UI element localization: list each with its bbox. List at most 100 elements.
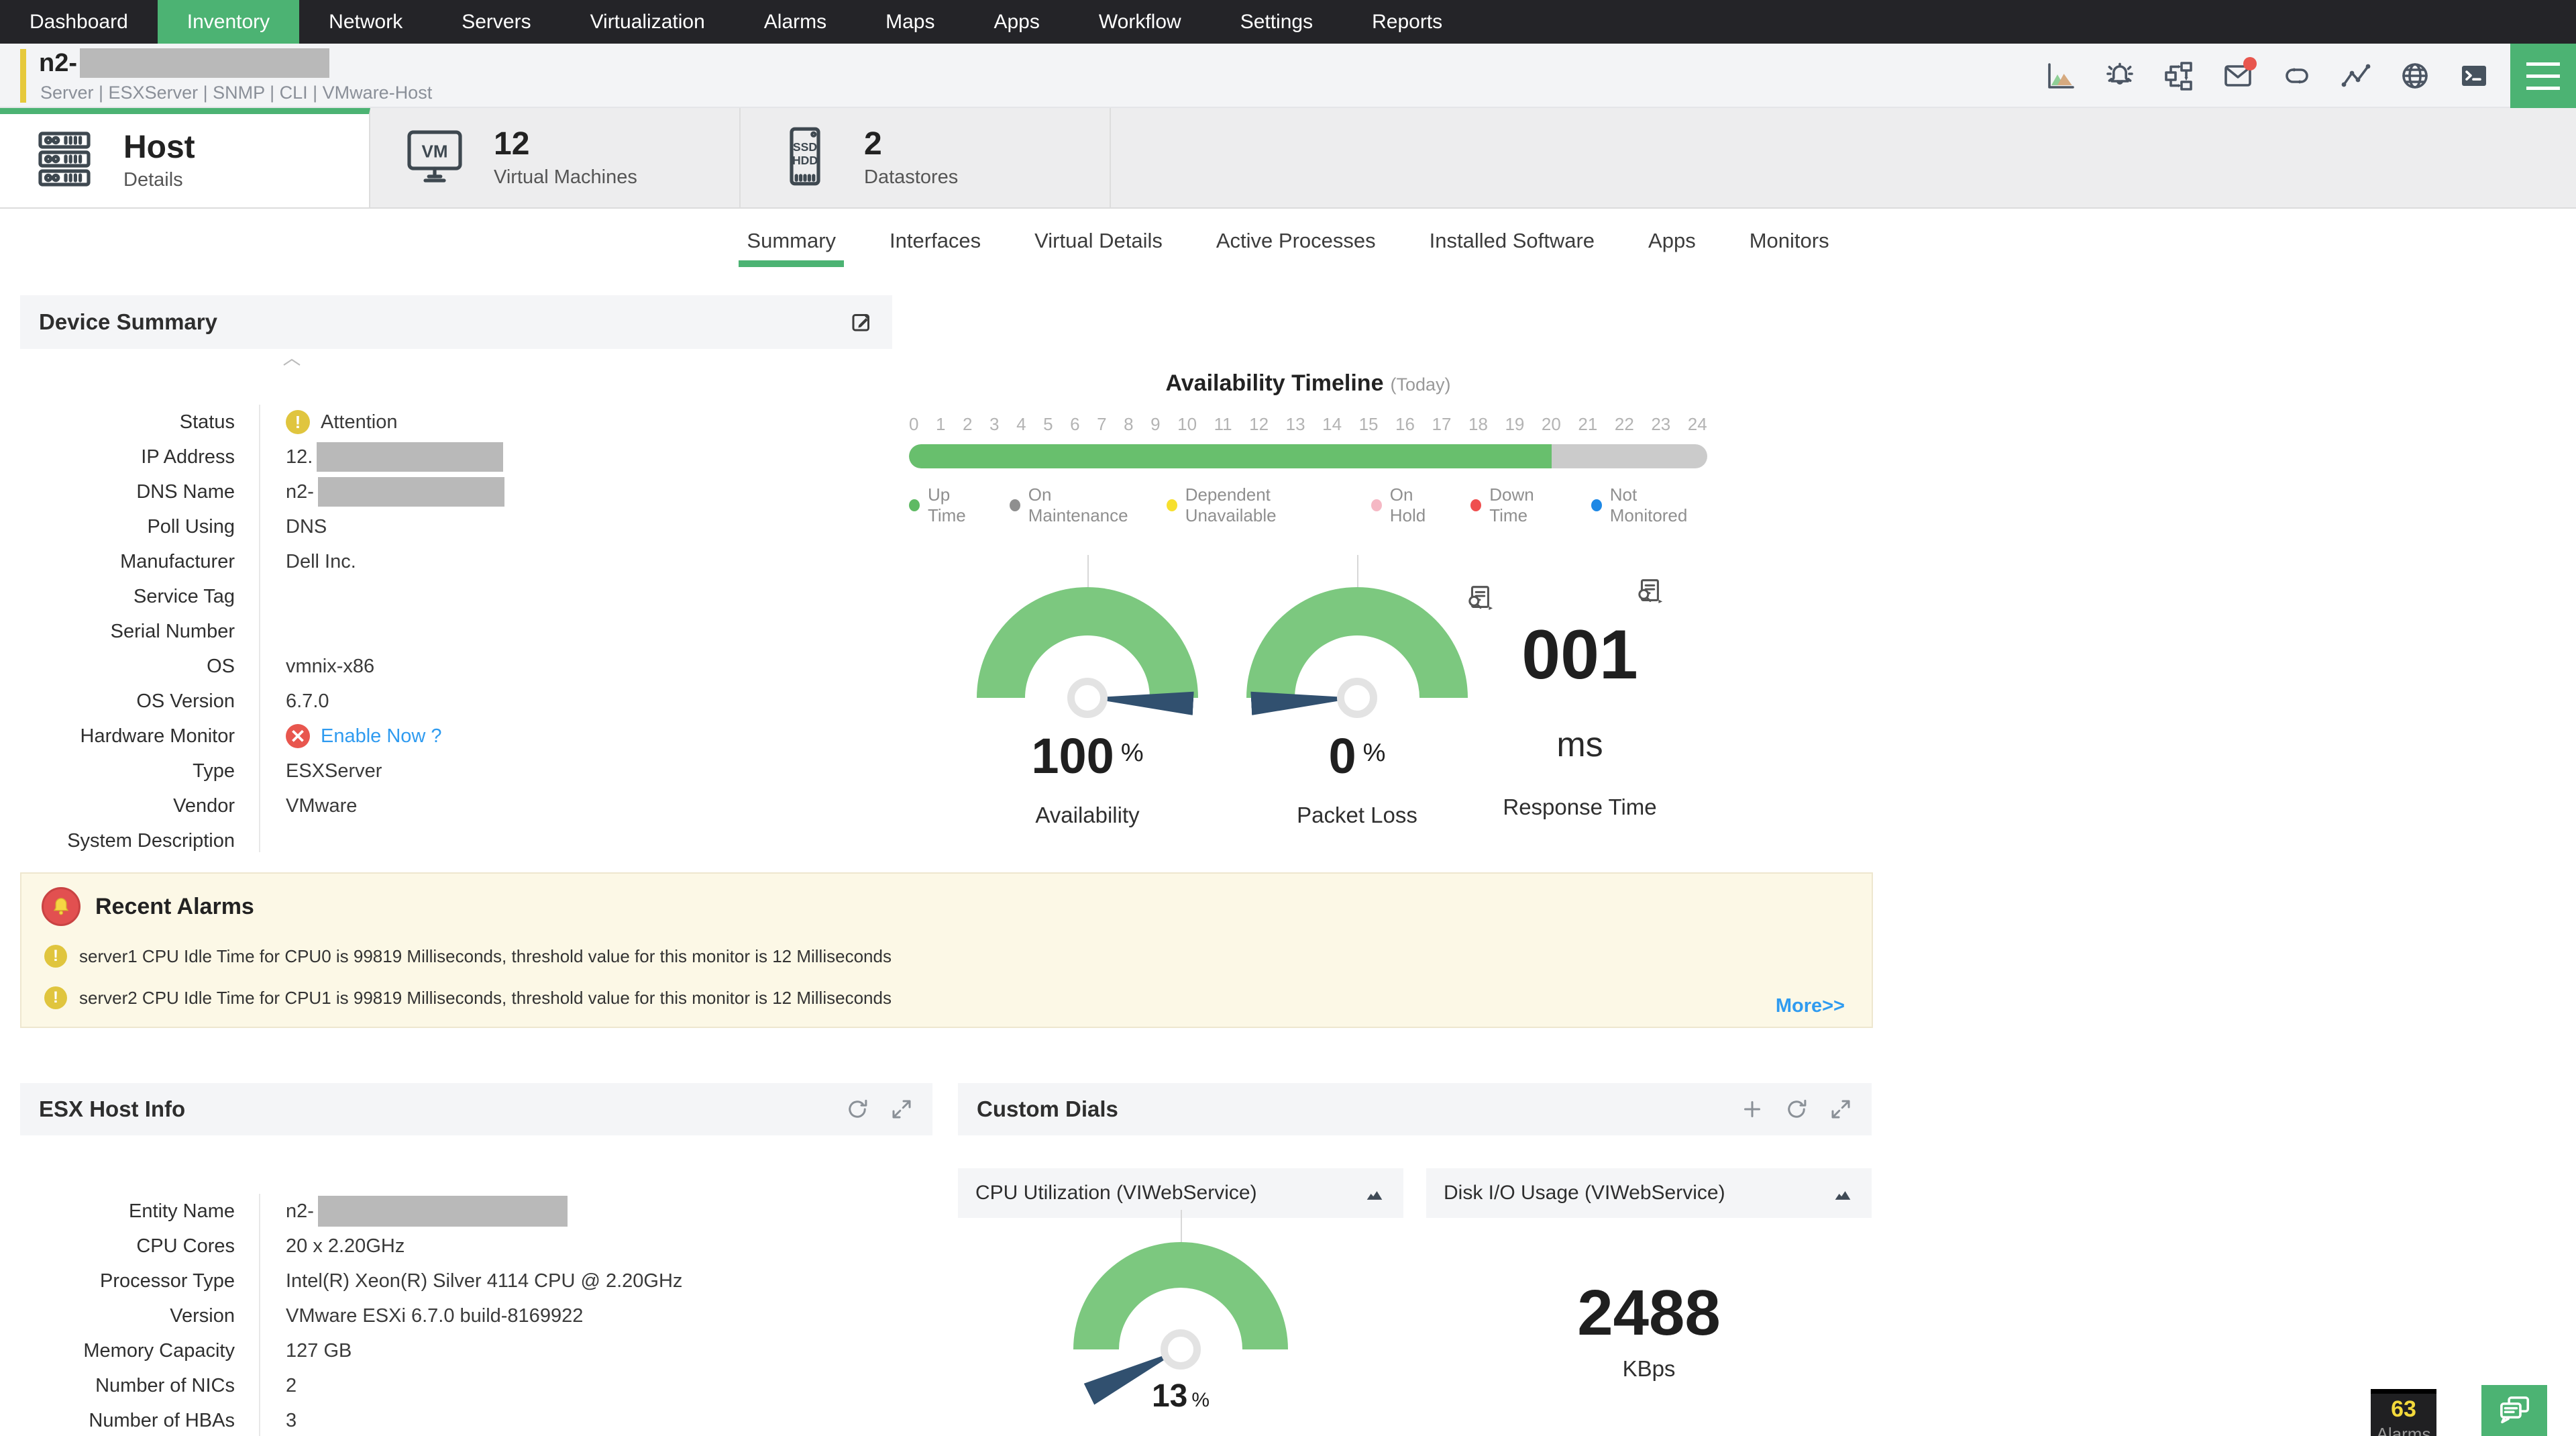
packet-loss-report-icon[interactable] bbox=[1464, 582, 1495, 613]
opmanager-host-page: Dashboard Inventory Network Servers Virt… bbox=[0, 0, 2576, 1436]
alarm-warning-icon: ! bbox=[44, 945, 67, 968]
field-system-description: System Description bbox=[20, 823, 892, 852]
field-dns-name: DNS Name n2- bbox=[20, 474, 892, 509]
refresh-icon[interactable] bbox=[1784, 1097, 1809, 1121]
field-memory-capacity: Memory Capacity 127 GB bbox=[20, 1333, 932, 1368]
response-time-value: 001 bbox=[1521, 616, 1638, 694]
nav-reports[interactable]: Reports bbox=[1342, 0, 1472, 44]
traceroute-icon[interactable] bbox=[2340, 60, 2372, 92]
rediscover-icon[interactable] bbox=[2281, 60, 2313, 92]
nav-virtualization[interactable]: Virtualization bbox=[561, 0, 735, 44]
chat-bubbles-icon bbox=[2500, 1396, 2530, 1424]
disabled-status-icon: ✕ bbox=[286, 724, 310, 748]
cpu-dial-title: CPU Utilization (VIWebService) bbox=[975, 1182, 1257, 1204]
nav-settings[interactable]: Settings bbox=[1211, 0, 1342, 44]
refresh-icon[interactable] bbox=[845, 1097, 869, 1121]
subtab-interfaces[interactable]: Interfaces bbox=[863, 215, 1008, 267]
legend-dependent-unavailable: Dependent Unavailable bbox=[1166, 484, 1347, 526]
expand-icon[interactable] bbox=[890, 1097, 914, 1121]
disk-io-dial-header: Disk I/O Usage (VIWebService) bbox=[1426, 1168, 1872, 1218]
host-action-icons bbox=[2045, 44, 2490, 108]
nav-inventory[interactable]: Inventory bbox=[157, 0, 300, 44]
field-manufacturer: Manufacturer Dell Inc. bbox=[20, 544, 892, 579]
severity-accent-bar bbox=[20, 49, 26, 103]
timeline-legend: Up Time On Maintenance Dependent Unavail… bbox=[909, 484, 1707, 526]
subtab-active-processes[interactable]: Active Processes bbox=[1189, 215, 1403, 267]
dns-redaction bbox=[317, 477, 504, 507]
nav-alarms[interactable]: Alarms bbox=[735, 0, 856, 44]
nav-network[interactable]: Network bbox=[299, 0, 432, 44]
subtab-virtual-details[interactable]: Virtual Details bbox=[1008, 215, 1189, 267]
chart-icon[interactable] bbox=[1363, 1182, 1386, 1204]
alarms-more-link[interactable]: More>> bbox=[1776, 995, 1845, 1017]
svg-text:SSD: SSD bbox=[793, 140, 817, 154]
legend-on-hold: On Hold bbox=[1371, 484, 1446, 526]
attention-status-icon: ! bbox=[286, 410, 310, 434]
workflow-icon[interactable] bbox=[2163, 60, 2195, 92]
nav-apps[interactable]: Apps bbox=[964, 0, 1069, 44]
host-categories: Server | ESXServer | SNMP | CLI | VMware… bbox=[40, 83, 433, 103]
response-time-unit: ms bbox=[1556, 725, 1603, 764]
custom-dials-title: Custom Dials bbox=[977, 1096, 1118, 1121]
nav-servers[interactable]: Servers bbox=[432, 0, 560, 44]
field-os: OS vmnix-x86 bbox=[20, 649, 892, 684]
subtab-summary[interactable]: Summary bbox=[720, 215, 863, 267]
field-status: Status ! Attention bbox=[20, 405, 892, 440]
web-icon[interactable] bbox=[2399, 60, 2431, 92]
recent-alarms-panel: Recent Alarms ! server1 CPU Idle Time fo… bbox=[20, 872, 1873, 1028]
vm-monitor-icon: VM bbox=[402, 124, 467, 192]
chart-icon[interactable] bbox=[1831, 1182, 1854, 1204]
recent-alarms-header: Recent Alarms bbox=[42, 887, 1851, 926]
subtab-apps[interactable]: Apps bbox=[1621, 215, 1723, 267]
recent-alarms-title: Recent Alarms bbox=[95, 893, 254, 919]
alarm-bell-icon[interactable] bbox=[2104, 60, 2136, 92]
disk-io-value: 2488 bbox=[1577, 1277, 1721, 1349]
timeline-bar[interactable] bbox=[909, 444, 1707, 468]
add-dial-icon[interactable] bbox=[1740, 1097, 1764, 1121]
esx-host-info-header: ESX Host Info bbox=[20, 1083, 932, 1135]
enable-now-link[interactable]: Enable Now ? bbox=[321, 725, 442, 748]
esx-host-info-fields: Entity Name n2- CPU Cores 20 x 2.20GHz P… bbox=[20, 1194, 932, 1436]
alarm-row-2[interactable]: ! server2 CPU Idle Time for CPU1 is 9981… bbox=[44, 986, 1851, 1009]
nav-dashboard[interactable]: Dashboard bbox=[0, 0, 158, 44]
availability-value: 100% bbox=[1031, 728, 1144, 784]
subtab-installed-software[interactable]: Installed Software bbox=[1403, 215, 1621, 267]
chat-button[interactable] bbox=[2481, 1385, 2547, 1436]
nav-workflow[interactable]: Workflow bbox=[1069, 0, 1211, 44]
availability-label: Availability bbox=[1035, 803, 1140, 827]
tab-vms-text: 12 Virtual Machines bbox=[494, 126, 637, 188]
tab-virtual-machines[interactable]: VM 12 Virtual Machines bbox=[370, 108, 741, 207]
menu-icon[interactable] bbox=[2510, 44, 2576, 108]
performance-chart-icon[interactable] bbox=[2045, 60, 2077, 92]
alarm-count: 63 bbox=[2391, 1396, 2416, 1422]
esx-host-info-title: ESX Host Info bbox=[39, 1096, 186, 1121]
nav-maps[interactable]: Maps bbox=[856, 0, 964, 44]
alarm-count-badge[interactable]: 63 Alarms bbox=[2371, 1389, 2436, 1436]
packet-loss-value: 0% bbox=[1328, 728, 1386, 784]
mail-icon[interactable] bbox=[2222, 57, 2257, 92]
timeline-title: Availability Timeline (Today) bbox=[1165, 370, 1451, 396]
entity-tabstrip: Host Details VM 12 Virtual Machines SSD H… bbox=[0, 108, 2576, 209]
edit-icon[interactable] bbox=[849, 310, 873, 334]
legend-down-time: Down Time bbox=[1470, 484, 1566, 526]
field-serial-number: Serial Number bbox=[20, 614, 892, 649]
alarm-row-1[interactable]: ! server1 CPU Idle Time for CPU0 is 9981… bbox=[44, 945, 1851, 968]
alarm-warning-icon: ! bbox=[44, 986, 67, 1009]
terminal-icon[interactable] bbox=[2458, 60, 2490, 92]
subtab-monitors[interactable]: Monitors bbox=[1723, 215, 1856, 267]
field-entity-name: Entity Name n2- bbox=[20, 1194, 932, 1229]
tab-host-details[interactable]: Host Details bbox=[0, 108, 370, 207]
response-time-report-icon[interactable] bbox=[1633, 576, 1664, 607]
chevron-up-icon[interactable] bbox=[282, 357, 302, 371]
field-service-tag: Service Tag bbox=[20, 579, 892, 614]
timeline-uptime-fill bbox=[909, 444, 1552, 468]
custom-dials-header: Custom Dials bbox=[958, 1083, 1872, 1135]
svg-text:HDD: HDD bbox=[792, 154, 818, 167]
packet-loss-label: Packet Loss bbox=[1297, 803, 1417, 827]
down-time-dot bbox=[1470, 499, 1482, 511]
response-time-label: Response Time bbox=[1503, 794, 1657, 819]
host-name: n2- bbox=[39, 46, 329, 80]
tab-datastores[interactable]: SSD HDD 2 Datastores bbox=[741, 108, 1111, 207]
not-monitored-dot bbox=[1591, 499, 1602, 511]
expand-icon[interactable] bbox=[1829, 1097, 1853, 1121]
